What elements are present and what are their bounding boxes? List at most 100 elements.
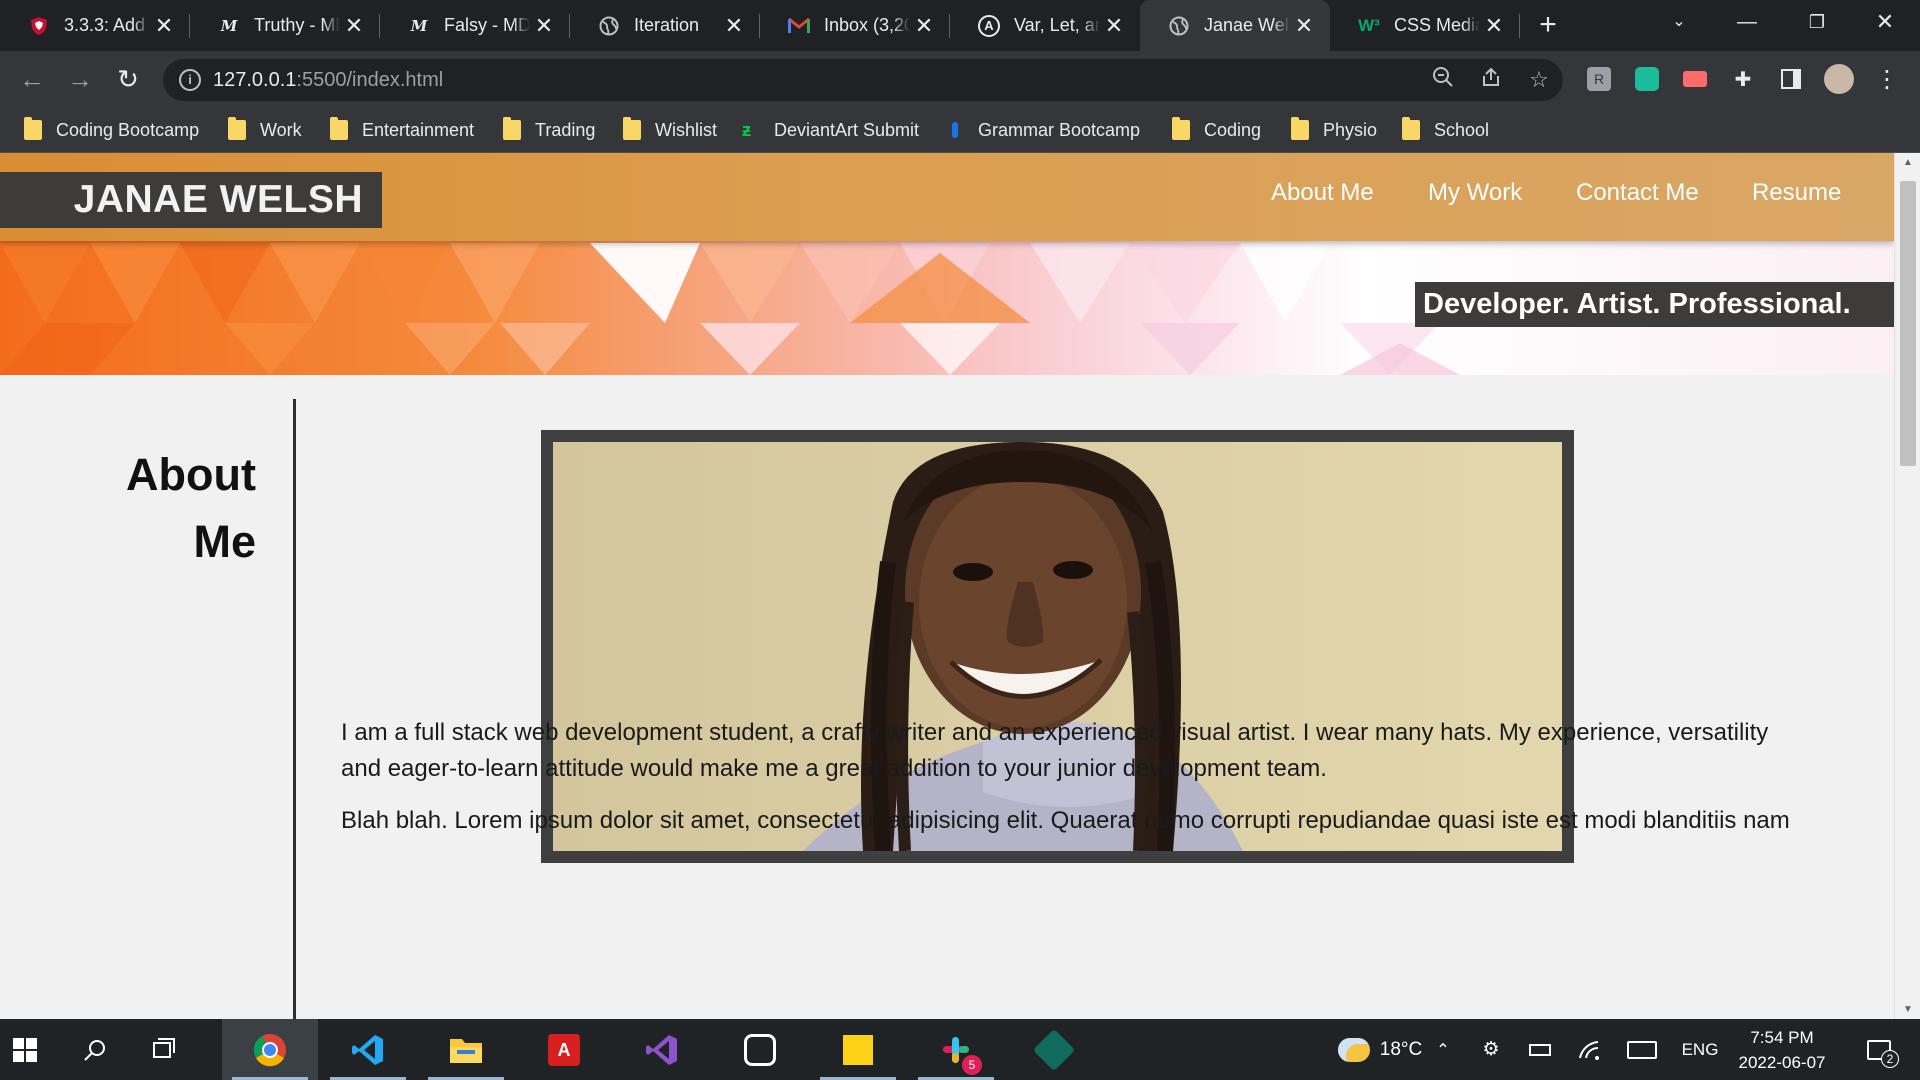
vscode-taskbar-icon[interactable] xyxy=(320,1019,416,1080)
reload-icon[interactable]: ↻ xyxy=(110,61,146,97)
visual-studio-icon[interactable] xyxy=(614,1019,710,1080)
close-tab-icon[interactable]: ✕ xyxy=(1100,13,1128,39)
url-path: :5500/index.html xyxy=(296,69,444,91)
section-heading: About Me xyxy=(80,441,256,575)
site-logo[interactable]: JANAE WELSH xyxy=(0,172,382,228)
bookmark-folder[interactable]: Trading xyxy=(503,107,595,153)
bookmark-label: Coding Bootcamp xyxy=(56,119,200,140)
close-tab-icon[interactable]: ✕ xyxy=(340,13,368,39)
bookmark-label: Wishlist xyxy=(655,119,717,140)
grammar-icon xyxy=(952,122,958,138)
site-info-icon[interactable]: i xyxy=(179,69,201,91)
sourcetree-icon[interactable] xyxy=(1006,1019,1102,1080)
bookmark-folder[interactable]: Work xyxy=(228,107,302,153)
address-bar[interactable]: i 127.0.0.1:5500/index.html ☆ xyxy=(163,59,1563,101)
codecademy-icon: A xyxy=(978,14,1000,37)
hero-tagline: Developer. Artist. Professional. xyxy=(1415,282,1894,327)
new-tab-button[interactable]: + xyxy=(1530,8,1566,44)
clock[interactable]: 7:54 PM 2022-06-07 xyxy=(1732,1019,1832,1080)
weather-temperature: 18°C xyxy=(1379,1038,1423,1060)
close-tab-icon[interactable]: ✕ xyxy=(910,13,938,39)
windows-start-icon[interactable] xyxy=(0,1019,60,1080)
bookmark-star-icon[interactable]: ☆ xyxy=(1525,66,1553,94)
section-heading-line: Me xyxy=(193,516,256,567)
close-window-button[interactable]: ✕ xyxy=(1850,0,1920,44)
sticky-notes-icon[interactable] xyxy=(810,1019,906,1080)
page-scrollbar[interactable]: ▲ ▼ xyxy=(1894,153,1920,1019)
scroll-up-arrow-icon[interactable]: ▲ xyxy=(1895,157,1920,168)
bookmark-label: Work xyxy=(260,119,302,140)
show-hidden-icons-chevron-icon[interactable]: ⌃ xyxy=(1428,1019,1458,1080)
gmail-icon xyxy=(788,15,810,37)
wifi-icon[interactable] xyxy=(1572,1019,1606,1080)
nav-link-about-me[interactable]: About Me xyxy=(1271,179,1374,207)
minimize-button[interactable]: — xyxy=(1712,0,1782,44)
extension-icon[interactable]: R xyxy=(1584,64,1614,94)
scrollbar-thumb[interactable] xyxy=(1900,181,1916,466)
extension-icon[interactable] xyxy=(1632,64,1662,94)
search-icon[interactable] xyxy=(60,1019,130,1080)
restore-button[interactable]: ❐ xyxy=(1782,0,1852,44)
nav-link-resume[interactable]: Resume xyxy=(1752,179,1841,207)
share-icon[interactable] xyxy=(1477,66,1505,94)
tab-title: 3.3.3: Add th xyxy=(64,15,150,35)
nav-link-my-work[interactable]: My Work xyxy=(1428,179,1522,207)
close-tab-icon[interactable]: ✕ xyxy=(150,13,178,39)
browser-tab[interactable]: Inbox (3,20 ✕ xyxy=(760,0,950,51)
folder-icon xyxy=(1291,117,1309,140)
close-tab-icon[interactable]: ✕ xyxy=(720,13,748,39)
network-usb-icon[interactable]: ⚙ xyxy=(1476,1019,1506,1080)
scroll-down-arrow-icon[interactable]: ▼ xyxy=(1895,1004,1920,1015)
tab-separator xyxy=(1519,14,1520,38)
task-view-icon[interactable] xyxy=(130,1019,200,1080)
browser-tab[interactable]: W³ CSS Media ✕ xyxy=(1330,0,1520,51)
close-tab-icon[interactable]: ✕ xyxy=(530,13,558,39)
side-panel-icon[interactable] xyxy=(1776,64,1806,94)
folder-icon xyxy=(1172,117,1190,140)
bookmark-link[interactable]: Grammar Bootcamp xyxy=(952,107,1140,153)
bookmark-folder[interactable]: School xyxy=(1402,107,1489,153)
tab-title: Truthy - MD xyxy=(254,15,340,35)
browser-tab[interactable]: Iteration ✕ xyxy=(570,0,760,51)
github-desktop-icon[interactable] xyxy=(712,1019,808,1080)
bookmark-label: Entertainment xyxy=(362,119,475,140)
bookmark-folder[interactable]: Entertainment xyxy=(330,107,474,153)
file-explorer-icon[interactable] xyxy=(418,1019,514,1080)
tab-search-chevron-icon[interactable]: ⌄ xyxy=(1644,0,1714,44)
slack-icon[interactable]: 5 xyxy=(908,1019,1004,1080)
forward-arrow-icon[interactable]: → xyxy=(62,61,98,97)
back-arrow-icon[interactable]: ← xyxy=(14,61,50,97)
bookmark-folder[interactable]: Coding Bootcamp xyxy=(24,107,199,153)
keyboard-icon[interactable] xyxy=(1622,1019,1662,1080)
close-tab-icon[interactable]: ✕ xyxy=(1290,13,1318,39)
profile-avatar[interactable] xyxy=(1824,64,1854,94)
extensions-puzzle-icon[interactable]: ✚ xyxy=(1728,64,1758,94)
action-center-icon[interactable]: 2 xyxy=(1854,1019,1904,1080)
browser-tab[interactable]: M Truthy - MD ✕ xyxy=(190,0,380,51)
bookmark-link[interactable]: ƶ DeviantArt Submit xyxy=(742,107,919,153)
browser-tab[interactable]: A Var, Let, and ✕ xyxy=(950,0,1140,51)
close-tab-icon[interactable]: ✕ xyxy=(1480,13,1508,39)
clock-date: 2022-06-07 xyxy=(1738,1052,1826,1072)
profile-photo-frame xyxy=(541,430,1574,863)
section-divider xyxy=(293,399,296,1019)
browser-tab[interactable]: 3.3.3: Add th ✕ xyxy=(0,0,190,51)
tab-title: Inbox (3,20 xyxy=(824,15,910,35)
bookmark-folder[interactable]: Coding xyxy=(1172,107,1261,153)
chrome-taskbar-icon[interactable] xyxy=(222,1019,318,1080)
battery-icon[interactable] xyxy=(1522,1019,1558,1080)
nav-link-contact-me[interactable]: Contact Me xyxy=(1576,179,1699,207)
browser-tab-active[interactable]: Janae Welsh ✕ xyxy=(1140,0,1330,51)
bookmark-label: Physio xyxy=(1323,119,1378,140)
browser-tab[interactable]: M Falsy - MDN ✕ xyxy=(380,0,570,51)
extension-icon[interactable] xyxy=(1680,64,1710,94)
tab-title: Var, Let, and xyxy=(1014,15,1100,35)
url-text: 127.0.0.1:5500/index.html xyxy=(213,69,443,92)
bookmark-folder[interactable]: Wishlist xyxy=(623,107,717,153)
acrobat-icon[interactable]: A xyxy=(516,1019,612,1080)
menu-kebab-icon[interactable]: ⋮ xyxy=(1872,64,1902,94)
zoom-icon[interactable] xyxy=(1429,66,1457,94)
language-indicator[interactable]: ENG xyxy=(1674,1019,1726,1080)
clock-time: 7:54 PM xyxy=(1750,1027,1814,1047)
bookmark-folder[interactable]: Physio xyxy=(1291,107,1377,153)
